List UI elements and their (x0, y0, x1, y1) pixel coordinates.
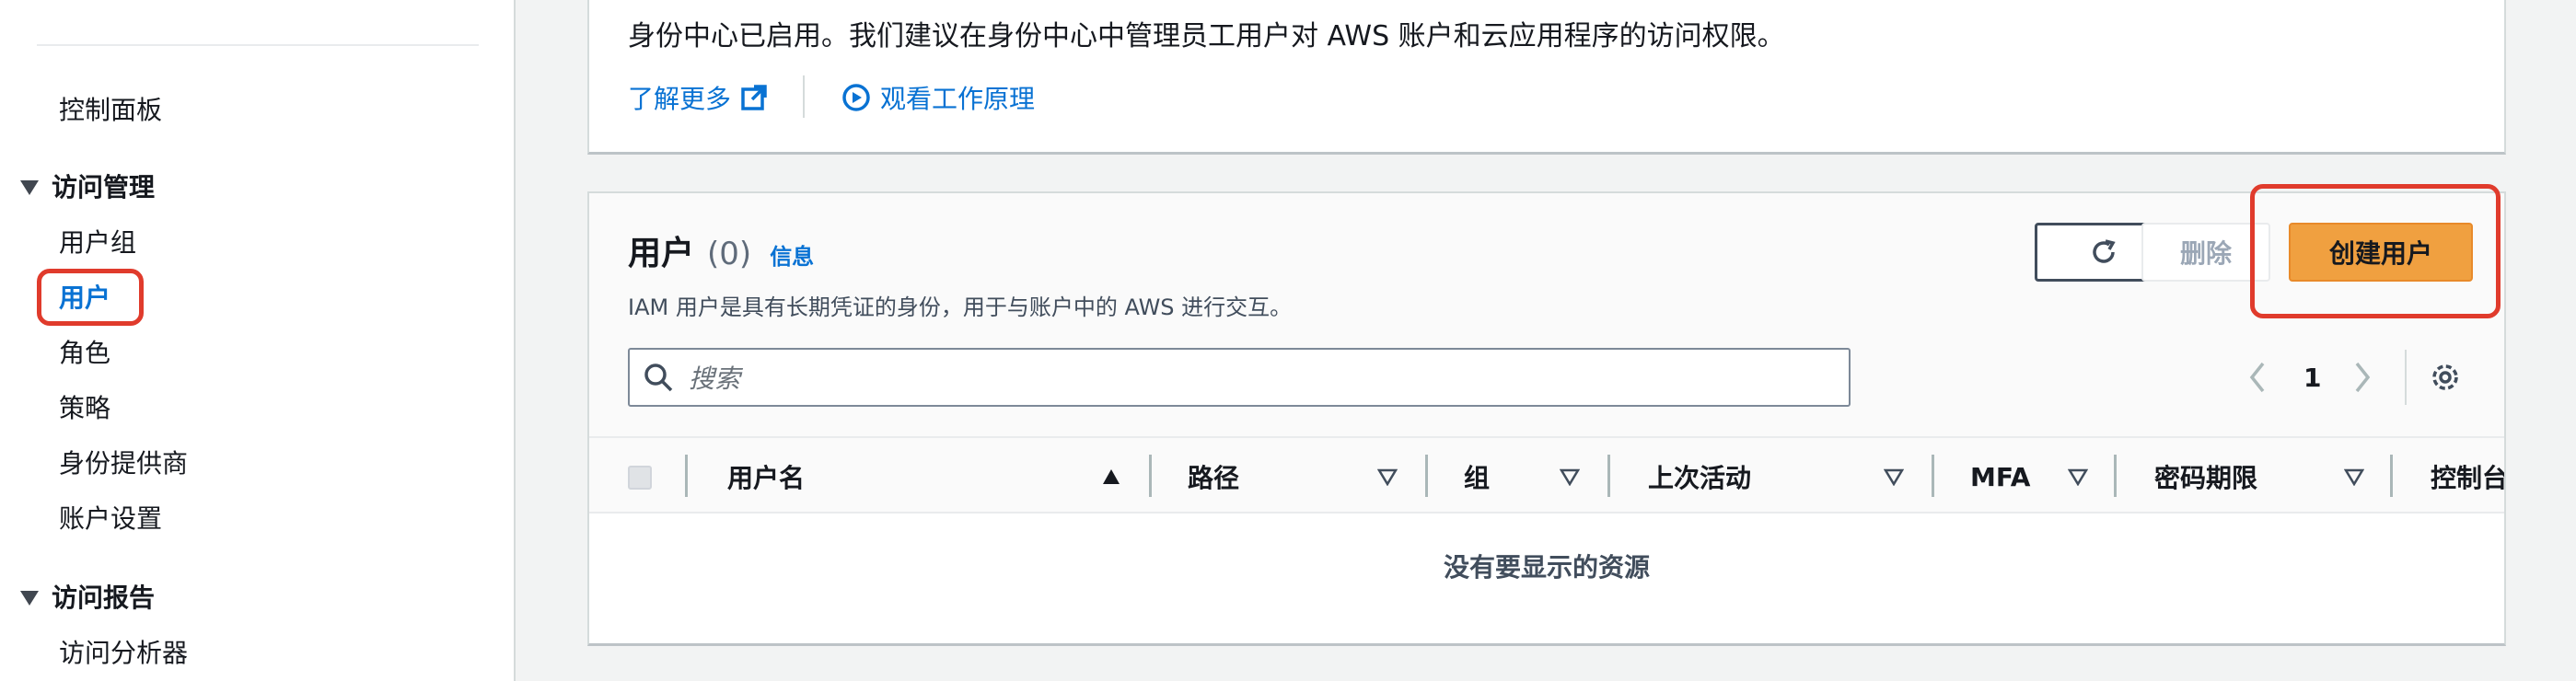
sort-icon (1560, 468, 1580, 486)
sidebar-item-identity-providers[interactable]: 身份提供商 (59, 445, 188, 482)
sidebar-item-policies[interactable]: 策略 (59, 390, 110, 427)
caret-down-icon (20, 180, 39, 195)
column-header-mfa[interactable]: MFA (1970, 438, 2030, 515)
users-description: IAM 用户是具有长期凭证的身份，用于与账户中的 AWS 进行交互。 (628, 294, 1293, 320)
sidebar-divider (37, 44, 479, 46)
identity-center-info-panel: 身份中心已启用。我们建议在身份中心中管理员工用户对 AWS 账户和云应用程序的访… (587, 0, 2506, 155)
users-title-row: 用户 (0) 信息 (628, 226, 814, 274)
column-header-console[interactable]: 控制台 (2431, 438, 2504, 515)
column-divider (1932, 455, 1934, 497)
watch-how-it-works-link[interactable]: 观看工作原理 (841, 79, 1035, 116)
column-divider (1425, 455, 1428, 497)
table-header: 用户名 路径 组 上次活动 MFA 密码期限 控制台 (589, 436, 2504, 514)
column-divider (1607, 455, 1610, 497)
refresh-icon (2093, 239, 2116, 263)
users-title: 用户 (628, 235, 695, 272)
sidebar-section-access-reports[interactable]: 访问报告 (20, 580, 155, 617)
column-header-password-age[interactable]: 密码期限 (2154, 438, 2257, 515)
search-icon (644, 364, 673, 392)
search-box[interactable]: 搜索 (628, 348, 1851, 407)
external-link-icon (741, 85, 767, 110)
column-divider (2390, 455, 2393, 497)
sidebar-item-access-analyzer[interactable]: 访问分析器 (59, 635, 188, 672)
preferences-button[interactable] (2429, 355, 2462, 399)
sidebar-section-label: 访问管理 (52, 172, 156, 202)
learn-more-link[interactable]: 了解更多 (628, 79, 768, 116)
column-header-path[interactable]: 路径 (1188, 438, 1239, 515)
sidebar-item-roles[interactable]: 角色 (59, 335, 110, 372)
play-circle-icon (842, 84, 870, 111)
sort-icon (2068, 468, 2088, 486)
column-divider (2114, 455, 2117, 497)
users-count: (0) (707, 236, 752, 272)
gear-icon (2432, 364, 2458, 390)
prev-page-button[interactable] (2246, 355, 2269, 399)
caret-down-icon (20, 591, 39, 606)
pager-divider (2405, 350, 2407, 405)
column-header-username[interactable]: 用户名 (727, 438, 805, 515)
highlight-box-create-user (2250, 184, 2501, 318)
sidebar-section-access-management[interactable]: 访问管理 (20, 169, 155, 206)
sidebar-item-user-groups[interactable]: 用户组 (59, 225, 136, 261)
link-divider (803, 75, 805, 118)
sort-icon (1884, 468, 1904, 486)
column-divider (1149, 455, 1152, 497)
info-link[interactable]: 信息 (770, 238, 814, 271)
sidebar-item-account-settings[interactable]: 账户设置 (59, 501, 162, 537)
chevron-left-icon (2249, 362, 2265, 393)
sidebar-section-label: 访问报告 (52, 583, 156, 613)
column-header-last-activity[interactable]: 上次活动 (1648, 438, 1751, 515)
sort-icon (1377, 468, 1398, 486)
sort-icon (2344, 468, 2364, 486)
chevron-right-icon (2355, 362, 2371, 393)
sidebar-item-dashboard[interactable]: 控制面板 (59, 92, 162, 129)
next-page-button[interactable] (2351, 355, 2373, 399)
search-input[interactable]: 搜索 (689, 359, 740, 396)
watch-label: 观看工作原理 (880, 84, 1036, 114)
column-divider (685, 455, 688, 497)
sidebar-nav: 控制面板 访问管理 用户组 用户 角色 策略 身份提供商 账户设置 访问报告 访… (0, 0, 516, 681)
column-header-groups[interactable]: 组 (1464, 438, 1490, 515)
select-all-checkbox[interactable] (628, 466, 652, 490)
page-number[interactable]: 1 (2303, 355, 2321, 399)
users-table-panel: 用户 (0) 信息 IAM 用户是具有长期凭证的身份，用于与账户中的 AWS 进… (587, 191, 2506, 646)
empty-state-text: 没有要显示的资源 (1443, 552, 1650, 583)
highlight-box-users (37, 269, 144, 326)
info-banner-text: 身份中心已启用。我们建议在身份中心中管理员工用户对 AWS 账户和云应用程序的访… (628, 20, 1785, 52)
sort-ascending-icon (1103, 469, 1120, 484)
learn-more-label: 了解更多 (628, 84, 732, 114)
